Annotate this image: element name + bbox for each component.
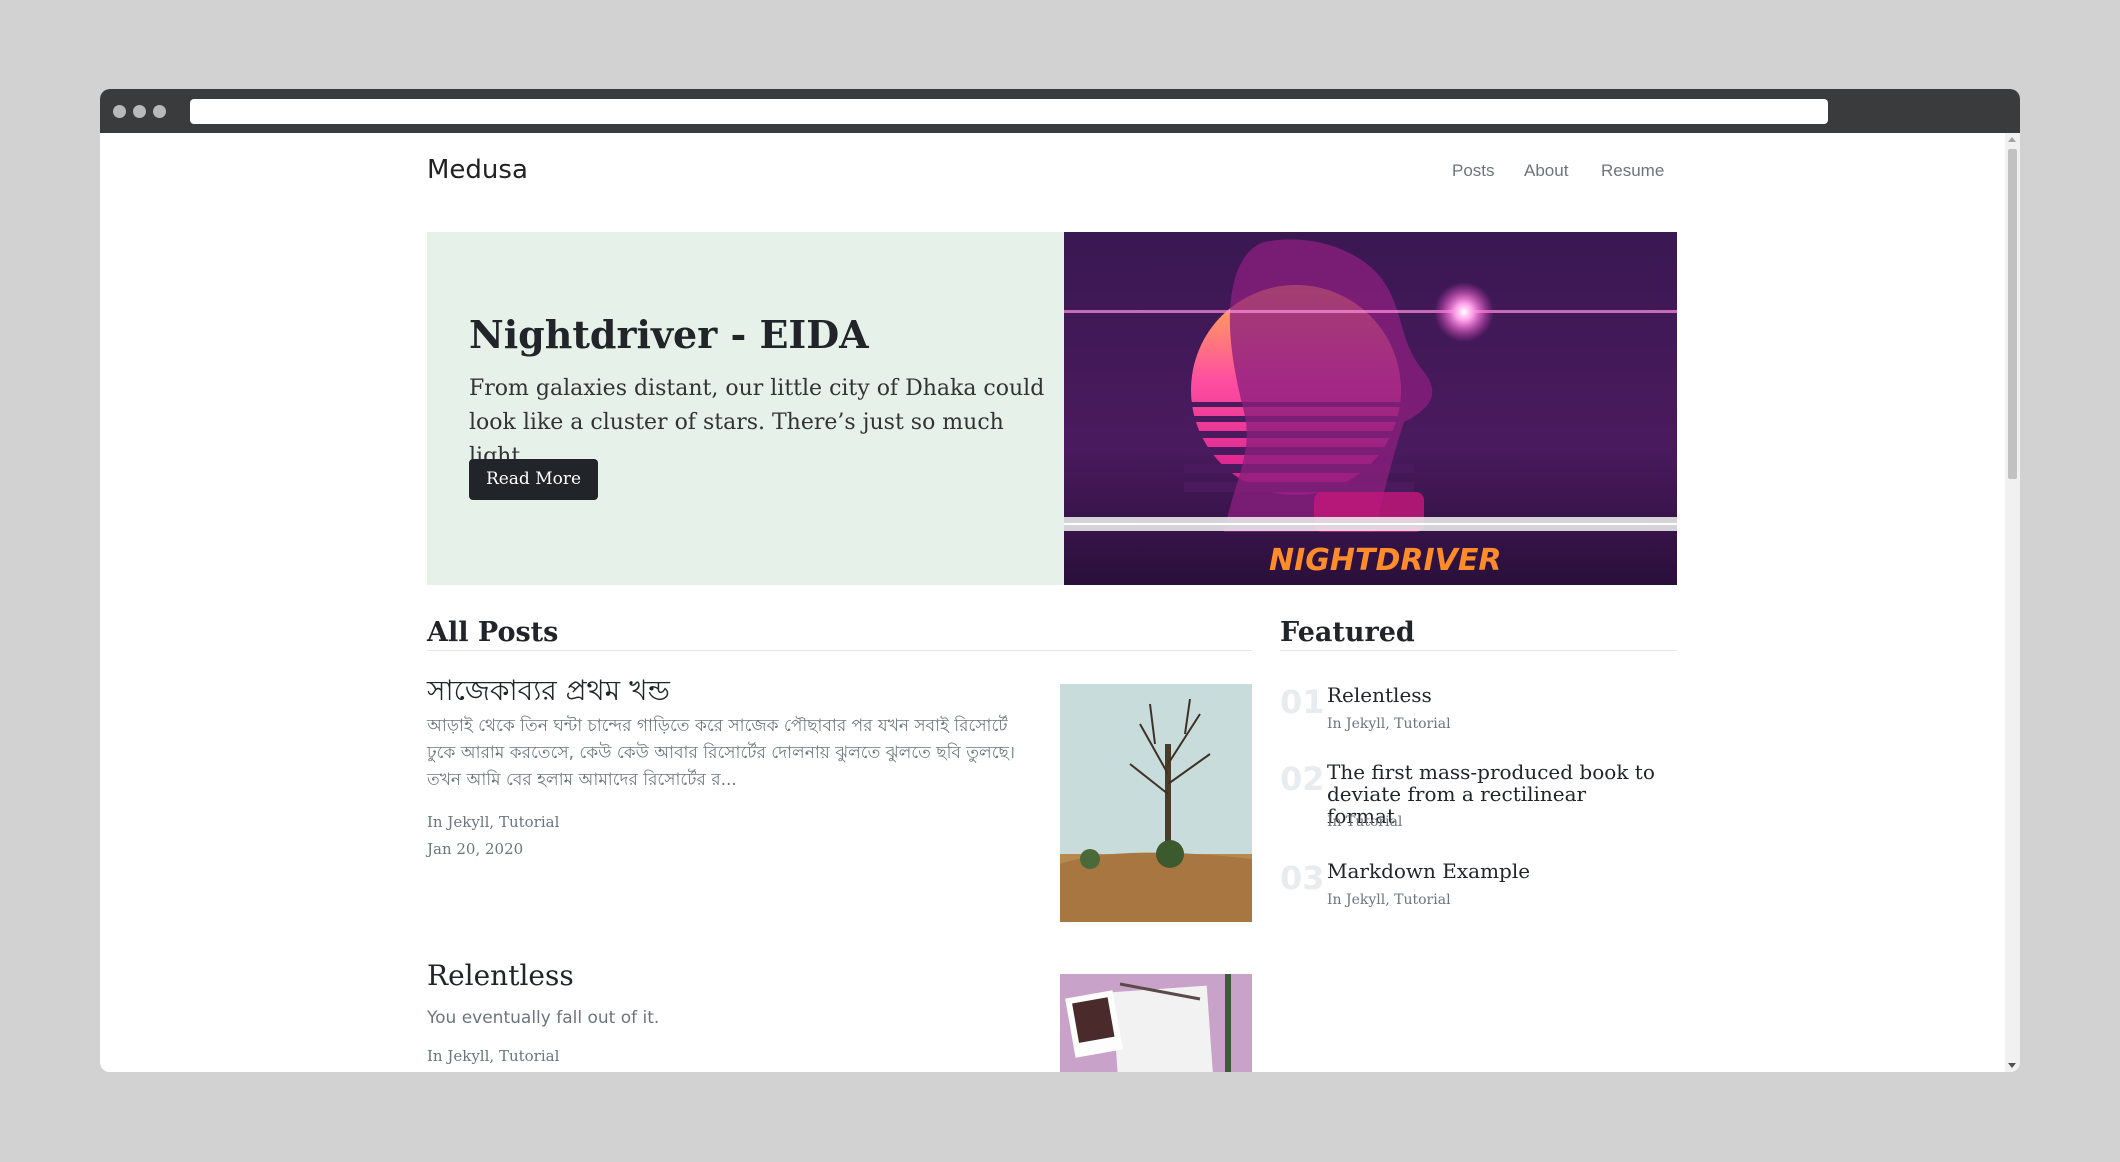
all-posts-heading: All Posts	[427, 617, 559, 648]
scroll-down-icon[interactable]	[2008, 1063, 2016, 1068]
browser-window: Medusa Posts About Resume Nightdriver - …	[100, 89, 2020, 1072]
read-more-button[interactable]: Read More	[469, 459, 598, 500]
scroll-thumb[interactable]	[2008, 149, 2017, 479]
site-brand[interactable]: Medusa	[427, 155, 528, 185]
featured-categories[interactable]: In Jekyll, Tutorial	[1327, 716, 1451, 732]
featured-number: 03	[1280, 859, 1325, 897]
tree-photo	[1060, 684, 1252, 922]
artwork-title-text: NIGHTDRIVER	[1269, 543, 1501, 578]
window-dot-icon[interactable]	[153, 105, 166, 118]
featured-categories[interactable]: In Tutorial	[1327, 814, 1402, 830]
post-thumbnail[interactable]	[1060, 974, 1252, 1072]
featured-categories[interactable]: In Jekyll, Tutorial	[1327, 892, 1451, 908]
divider	[1280, 650, 1677, 651]
nav-about[interactable]: About	[1524, 161, 1568, 181]
nightdriver-artwork: NIGHTDRIVER	[1064, 232, 1677, 585]
featured-title[interactable]: Markdown Example	[1327, 860, 1657, 882]
featured-title[interactable]: Relentless	[1327, 684, 1657, 706]
scroll-up-icon[interactable]	[2008, 137, 2016, 142]
vertical-scrollbar[interactable]	[2005, 133, 2020, 1072]
divider	[427, 650, 1252, 651]
window-dot-icon[interactable]	[133, 105, 146, 118]
featured-number: 01	[1280, 683, 1325, 721]
window-dot-icon[interactable]	[113, 105, 126, 118]
hero-title[interactable]: Nightdriver - EIDA	[469, 312, 869, 357]
desk-photo	[1060, 974, 1252, 1072]
post-thumbnail[interactable]	[1060, 684, 1252, 922]
post-title[interactable]: Relentless	[427, 959, 574, 992]
page-viewport: Medusa Posts About Resume Nightdriver - …	[100, 133, 2020, 1072]
hero-image[interactable]: NIGHTDRIVER	[1064, 232, 1677, 585]
post-date: Jan 20, 2020	[427, 840, 524, 858]
nav-posts[interactable]: Posts	[1452, 161, 1495, 181]
post-excerpt: আড়াই থেকে তিন ঘন্টা চান্দের গাড়িতে করে…	[427, 716, 1015, 790]
featured-heading: Featured	[1280, 617, 1415, 648]
post-excerpt: You eventually fall out of it.	[427, 1008, 660, 1028]
nav-resume[interactable]: Resume	[1601, 161, 1664, 181]
browser-titlebar	[100, 89, 2020, 133]
post-categories[interactable]: In Jekyll, Tutorial	[427, 1047, 559, 1065]
hero-banner: Nightdriver - EIDA From galaxies distant…	[427, 232, 1677, 585]
address-bar[interactable]	[190, 99, 1828, 124]
post-categories[interactable]: In Jekyll, Tutorial	[427, 813, 559, 831]
post-title[interactable]: সাজেকাব্যর প্রথম খন্ড	[427, 669, 670, 716]
featured-number: 02	[1280, 760, 1325, 798]
